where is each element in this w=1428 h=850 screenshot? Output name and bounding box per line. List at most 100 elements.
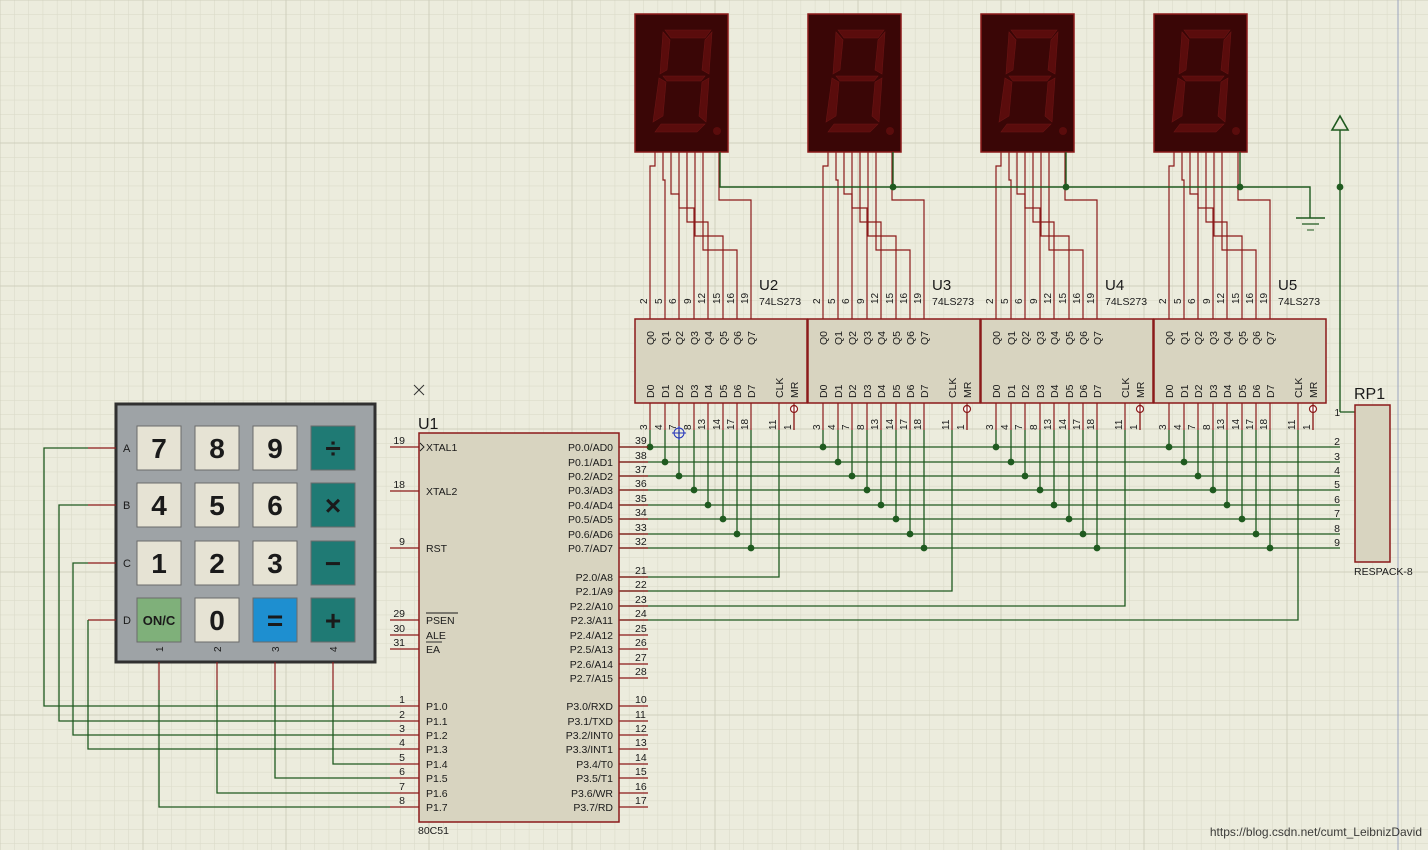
mcu-pin-number: 19 <box>393 435 405 447</box>
latch-pin-label: Q6 <box>905 331 917 345</box>
junction-dot <box>747 544 755 552</box>
latch-pin-number: 6 <box>1014 298 1025 304</box>
respack-name: RP1 <box>1354 386 1385 403</box>
junction-dot <box>719 515 727 523</box>
latch-pin-number: 17 <box>726 418 737 430</box>
latch-pin-label: D3 <box>1208 384 1220 398</box>
junction-dot <box>1093 544 1101 552</box>
latch-pin-number: 6 <box>1187 298 1198 304</box>
latch-pin-number: 9 <box>683 298 694 304</box>
segment-wire <box>662 152 666 300</box>
latch-U5[interactable]: U5 74LS273 2 Q0 5 Q1 6 Q2 9 Q3 12 Q4 15 Q5 16 Q6 19 Q7 D0 3… <box>1153 277 1327 430</box>
mcu-pin-number: 38 <box>635 450 647 462</box>
junction-dot <box>834 458 842 466</box>
latch-U2[interactable]: U2 74LS273 2 Q0 5 Q1 6 Q2 9 Q3 12 Q4 15 Q5 16 Q6 19 Q7 D0 3… <box>634 277 808 430</box>
respack-body <box>1354 404 1391 563</box>
junction-dot <box>704 501 712 509</box>
latch-pin-label: D1 <box>1006 384 1018 398</box>
mcu-pin-number: 39 <box>635 435 647 447</box>
latch-pin-label: Q7 <box>919 331 931 345</box>
latch-pin-number: 8 <box>1029 424 1040 430</box>
mcu-pin-label: P1.4 <box>426 759 448 771</box>
latch-pin-label: D2 <box>674 384 686 398</box>
mcu-pin-label: P1.7 <box>426 802 448 814</box>
mcu-pin-label: P2.6/A14 <box>570 659 613 671</box>
display-decimal-point <box>1232 127 1240 135</box>
mcu-pin-number: 15 <box>635 766 647 778</box>
mcu-pin-label: P0.4/AD4 <box>568 500 613 512</box>
keypad-key-0-1[interactable]: 8 <box>194 425 240 471</box>
seven-segment-display-1 <box>634 13 729 153</box>
mcu-pin-number: 33 <box>635 522 647 534</box>
latch-U4[interactable]: U4 74LS273 2 Q0 5 Q1 6 Q2 9 Q3 12 Q4 15 Q5 16 Q6 19 Q7 D0 3… <box>980 277 1154 430</box>
latch-pin-label: MR <box>1135 381 1147 398</box>
keypad-key-1-2[interactable]: 6 <box>252 482 298 528</box>
keypad-key-0-0[interactable]: 7 <box>136 425 182 471</box>
latch-pin-label: D6 <box>1251 384 1263 398</box>
junction-dot <box>1079 530 1087 538</box>
keypad-key-2-3[interactable]: − <box>310 540 356 586</box>
keypad-key-2-1[interactable]: 2 <box>194 540 240 586</box>
keypad-key-0-3[interactable]: ÷ <box>310 425 356 471</box>
latch-pin-number: 2 <box>985 298 996 304</box>
mcu-pin-number: 5 <box>399 752 405 764</box>
latch-name: U5 <box>1278 277 1297 294</box>
mcu-pin-number: 37 <box>635 464 647 476</box>
latch-pin-number: 18 <box>1259 418 1270 430</box>
keypad-key-0-2[interactable]: 9 <box>252 425 298 471</box>
latch-pin-number: 13 <box>1216 418 1227 430</box>
keypad-key-1-1[interactable]: 5 <box>194 482 240 528</box>
latch-pin-number: 7 <box>1014 424 1025 430</box>
mcu-pin-number: 21 <box>635 565 647 577</box>
latch-pin-number: 15 <box>1231 292 1242 304</box>
keypad-key-3-1[interactable]: 0 <box>194 597 240 643</box>
latch-pin-label: Q4 <box>876 331 888 345</box>
latch-pin-number: 3 <box>985 424 996 430</box>
latch-pin-label: D5 <box>1237 384 1249 398</box>
keypad-key-2-2[interactable]: 3 <box>252 540 298 586</box>
junction-dot <box>906 530 914 538</box>
mcu-pin-label: P3.1/TXD <box>567 716 613 728</box>
keypad-key-3-0[interactable]: ON/C <box>136 597 182 643</box>
segment-wire <box>843 152 853 300</box>
latch-pin-number: 1 <box>1302 424 1313 430</box>
keypad-key-3-3[interactable]: + <box>310 597 356 643</box>
mcu-pin-number: 2 <box>399 709 405 721</box>
latch-pin-number: 17 <box>899 418 910 430</box>
key-label: − <box>325 548 341 579</box>
keypad[interactable]: 7 8 9 ÷ 4 5 6 × 1 2 3 − ON/C 0 = + A B C D 1 2 3 4 <box>114 402 377 664</box>
latch-pin-label: Q0 <box>645 331 657 345</box>
mcu-pin-label: P2.3/A11 <box>571 615 614 627</box>
mcu-pin-number: 6 <box>399 766 405 778</box>
respack-pin-number: 3 <box>1334 451 1340 463</box>
latch-pin-label: D7 <box>1265 384 1277 398</box>
keypad-key-3-2[interactable]: = <box>252 597 298 643</box>
schematic-canvas: U2 74LS273 2 Q0 5 Q1 6 Q2 9 Q3 12 Q4 15 Q5 16 Q6 19 Q7 D0 3… <box>0 0 1428 850</box>
latch-pin-label: Q3 <box>1208 331 1220 345</box>
key-label: 5 <box>209 490 225 521</box>
junction-dot <box>1180 458 1188 466</box>
keypad-key-1-3[interactable]: × <box>310 482 356 528</box>
latch-pin-number: 14 <box>1231 418 1242 430</box>
latch-part: 74LS273 <box>1105 296 1147 308</box>
keypad-key-2-0[interactable]: 1 <box>136 540 182 586</box>
junction-dot <box>889 183 897 191</box>
segment-wire <box>859 152 882 300</box>
latch-U3[interactable]: U3 74LS273 2 Q0 5 Q1 6 Q2 9 Q3 12 Q4 15 Q5 16 Q6 19 Q7 D0 3… <box>807 277 981 430</box>
junction-dot <box>892 515 900 523</box>
latch-pin-label: D1 <box>833 384 845 398</box>
latch-pin-number: 15 <box>1058 292 1069 304</box>
keypad-key-1-0[interactable]: 4 <box>136 482 182 528</box>
segment-wire <box>1237 152 1271 300</box>
keypad-col-label: 2 <box>213 646 224 652</box>
latch-pin-number: 19 <box>1259 292 1270 304</box>
junction-dot <box>1209 486 1217 494</box>
latch-part: 74LS273 <box>1278 296 1320 308</box>
latch-pin-label: Q4 <box>1222 331 1234 345</box>
latch-pin-label: D7 <box>1092 384 1104 398</box>
ground-symbol <box>1296 217 1325 231</box>
display-segment <box>662 75 706 82</box>
latch-pin-number: 5 <box>1000 298 1011 304</box>
display-segment <box>1173 123 1225 133</box>
microcontroller-U1[interactable]: U180C5119XTAL118XTAL29RST29PSEN30ALE31EA… <box>393 416 647 837</box>
